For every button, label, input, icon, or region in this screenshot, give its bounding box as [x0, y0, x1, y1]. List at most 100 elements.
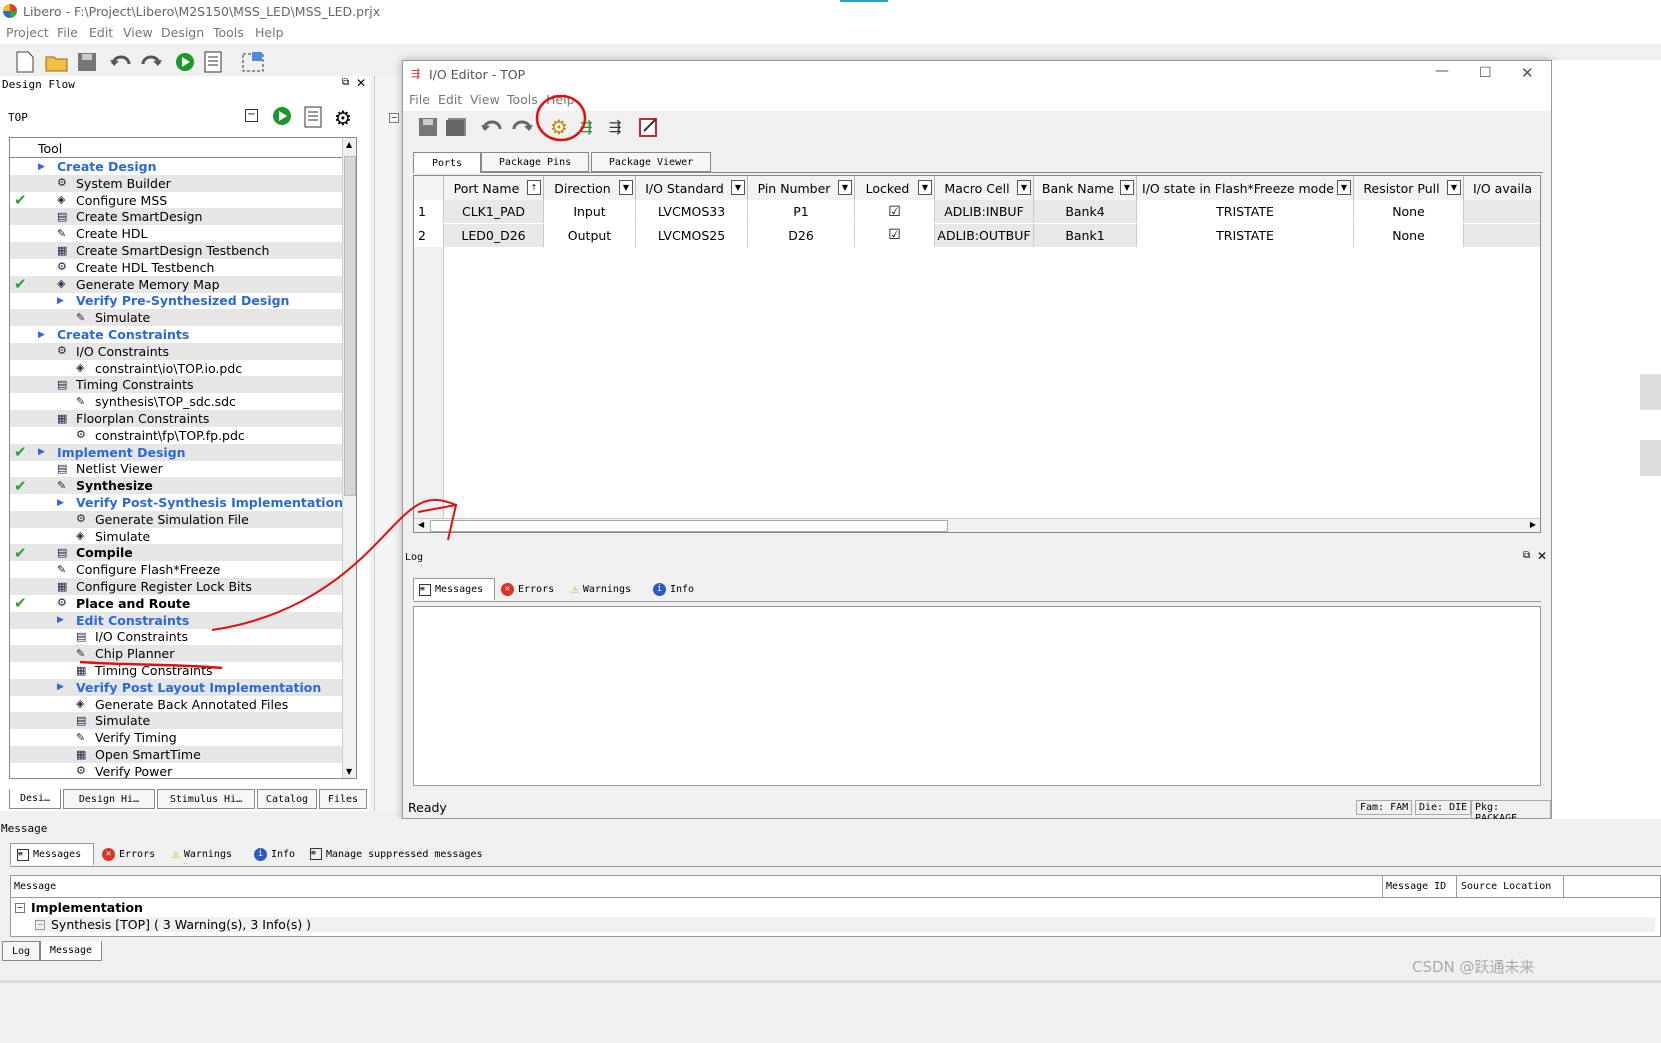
menu-project[interactable]: Project [6, 25, 49, 40]
message-tab-warnings[interactable]: ⚠ Warnings [172, 843, 232, 865]
tree-item[interactable]: ▤ Simulate [10, 712, 342, 730]
dock-tab-message[interactable]: Message [40, 941, 102, 961]
cell-bank[interactable]: Bank1 [1034, 223, 1137, 247]
io-log-tab-errors[interactable]: ✕ Errors [501, 578, 554, 600]
tree-item[interactable]: ▦ Create SmartDesign Testbench [10, 242, 342, 259]
tree-scrollbar[interactable]: ▲ ▼ [342, 138, 356, 778]
tree-item[interactable]: ▦ Configure Register Lock Bits [10, 578, 342, 595]
column-header[interactable]: Pin Number ▼ [748, 176, 855, 200]
tree-scroll-thumb[interactable] [344, 156, 356, 496]
cell-ff_state[interactable]: TRISTATE [1137, 200, 1354, 223]
close-window-button[interactable]: ✕ [1521, 64, 1534, 82]
tree-item[interactable]: ▦ Open SmartTime [10, 746, 342, 763]
tree-item[interactable]: ✎ Create HDL [10, 225, 342, 242]
window-icon[interactable] [240, 49, 266, 75]
tree-item[interactable]: ⚙ Generate Simulation File [10, 510, 342, 528]
io-save-all-icon[interactable] [443, 114, 469, 140]
cell-macro[interactable]: ADLIB:OUTBUF [935, 223, 1034, 247]
io-export-icon[interactable]: ⇶ [602, 114, 628, 140]
tree-item[interactable]: ⚙ Verify Power [10, 763, 342, 778]
io-log-tab-info[interactable]: i Info [653, 578, 694, 600]
filter-dropdown-icon[interactable]: ▼ [918, 180, 932, 195]
column-header[interactable]: Macro Cell ▼ [935, 176, 1034, 200]
redo-icon[interactable] [138, 49, 164, 75]
tab-stimulus-hierarchy[interactable]: Stimulus Hi… [157, 789, 255, 809]
column-header[interactable]: Bank Name ▼ [1034, 176, 1137, 200]
cell-ff_state[interactable]: TRISTATE [1137, 223, 1354, 247]
tree-item[interactable]: ◈ Generate Back Annotated Files [10, 696, 342, 713]
grid-scroll-thumb[interactable] [430, 520, 948, 532]
commit-gear-icon[interactable]: ⚙ [546, 114, 572, 140]
cell-port[interactable]: LED0_D26 [444, 223, 544, 247]
message-tab-info[interactable]: i Info [254, 843, 295, 865]
io-save-icon[interactable] [415, 114, 441, 140]
tree-item[interactable]: ⚙ constraint\fp\TOP.fp.pdc [10, 427, 342, 444]
menu-design[interactable]: Design [161, 25, 204, 40]
column-header[interactable]: Port Name ↑ [444, 176, 544, 200]
manage-suppressed-button[interactable]: ≡ Manage suppressed messages [310, 843, 483, 865]
tree-item[interactable]: ▶ Create Constraints [10, 326, 342, 343]
io-menu-help[interactable]: Help [546, 92, 575, 107]
tab-catalog[interactable]: Catalog [257, 789, 317, 809]
tab-design-flow[interactable]: Desi… [9, 789, 61, 809]
open-folder-icon[interactable] [44, 49, 70, 75]
cell-macro[interactable]: ADLIB:INBUF [935, 200, 1034, 223]
io-menu-edit[interactable]: Edit [438, 92, 462, 107]
tab-design-hierarchy[interactable]: Design Hi… [63, 789, 155, 809]
io-log-tab-messages[interactable]: ≡ Messages [413, 578, 495, 600]
tab-package-pins[interactable]: Package Pins [481, 152, 589, 172]
tree-item[interactable]: ▦ Floorplan Constraints [10, 410, 342, 427]
column-header[interactable]: I/O availa [1464, 176, 1540, 200]
tree-item[interactable]: ▤ Create SmartDesign [10, 208, 342, 226]
io-undo-icon[interactable] [479, 114, 505, 140]
message-entry-synthesis[interactable]: − Synthesis [TOP] ( 3 Warning(s), 3 Info… [35, 917, 1655, 932]
cell-direction[interactable]: Output [544, 223, 636, 247]
tab-ports[interactable]: Ports [413, 152, 481, 173]
tree-item[interactable]: ✎ synthesis\TOP_sdc.sdc [10, 393, 342, 410]
port-row[interactable]: 1 CLK1_PAD Input LVCMOS33 P1 ☑ ADLIB:INBUF Bank… [414, 200, 1540, 223]
io-menu-file[interactable]: File [409, 92, 430, 107]
menu-view[interactable]: View [123, 25, 153, 40]
cell-locked[interactable]: ☑ [855, 200, 935, 223]
cell-standard[interactable]: LVCMOS25 [636, 223, 748, 247]
cell-direction[interactable]: Input [544, 200, 636, 223]
message-tab-errors[interactable]: ✕ Errors [102, 843, 155, 865]
io-menu-view[interactable]: View [470, 92, 500, 107]
filter-dropdown-icon[interactable]: ▼ [619, 180, 633, 195]
cell-pull[interactable]: None [1354, 200, 1464, 223]
column-header[interactable]: Direction ▼ [544, 176, 636, 200]
cell-pin[interactable]: P1 [748, 200, 855, 223]
new-file-icon[interactable] [12, 49, 38, 75]
tree-item[interactable]: ✔ ⚙ Place and Route [10, 594, 342, 612]
tree-item[interactable]: ▤ Timing Constraints [10, 376, 342, 394]
tab-files[interactable]: Files [319, 789, 367, 809]
tree-item[interactable]: ✎ Verify Timing [10, 729, 342, 746]
cell-bank[interactable]: Bank4 [1034, 200, 1137, 223]
tree-item[interactable]: ▶ Edit Constraints [10, 611, 342, 629]
menu-help[interactable]: Help [255, 25, 284, 40]
io-import-icon[interactable]: ⇶ [573, 114, 599, 140]
io-log-float-icon[interactable]: ⧉ [1523, 550, 1530, 561]
menu-file[interactable]: File [57, 25, 78, 40]
collapse-icon[interactable]: − [15, 902, 25, 913]
io-redo-icon[interactable] [509, 114, 535, 140]
tree-item[interactable]: ▶ Create Design [10, 158, 342, 175]
filter-dropdown-icon[interactable]: ▼ [1447, 180, 1461, 195]
cell-pull[interactable]: None [1354, 223, 1464, 247]
undo-icon[interactable] [108, 49, 134, 75]
message-tab-messages[interactable]: ≡ Messages [10, 843, 94, 865]
tree-item[interactable]: ▶ Verify Pre-Synthesized Design [10, 292, 342, 309]
column-header[interactable]: I/O state in Flash*Freeze mode ▼ [1137, 176, 1354, 200]
grid-hscrollbar[interactable]: ◀ ▶ [414, 518, 1540, 532]
tree-item[interactable]: ▤ I/O Constraints [10, 628, 342, 645]
tree-item[interactable]: ✔ ▶ Implement Design [10, 443, 342, 461]
tree-item[interactable]: ✔ ✎ Synthesize [10, 477, 342, 495]
message-group-implementation[interactable]: − Implementation [15, 900, 143, 915]
tree-item[interactable]: ⚙ System Builder [10, 174, 342, 192]
dock-tab-log[interactable]: Log [2, 941, 40, 961]
save-icon[interactable] [74, 49, 100, 75]
tree-item[interactable]: ⚙ I/O Constraints [10, 342, 342, 360]
flow-settings-icon[interactable]: ⚙ [334, 106, 352, 130]
filter-dropdown-icon[interactable]: ▼ [838, 180, 852, 195]
collapse-all-icon[interactable]: − [245, 109, 258, 122]
